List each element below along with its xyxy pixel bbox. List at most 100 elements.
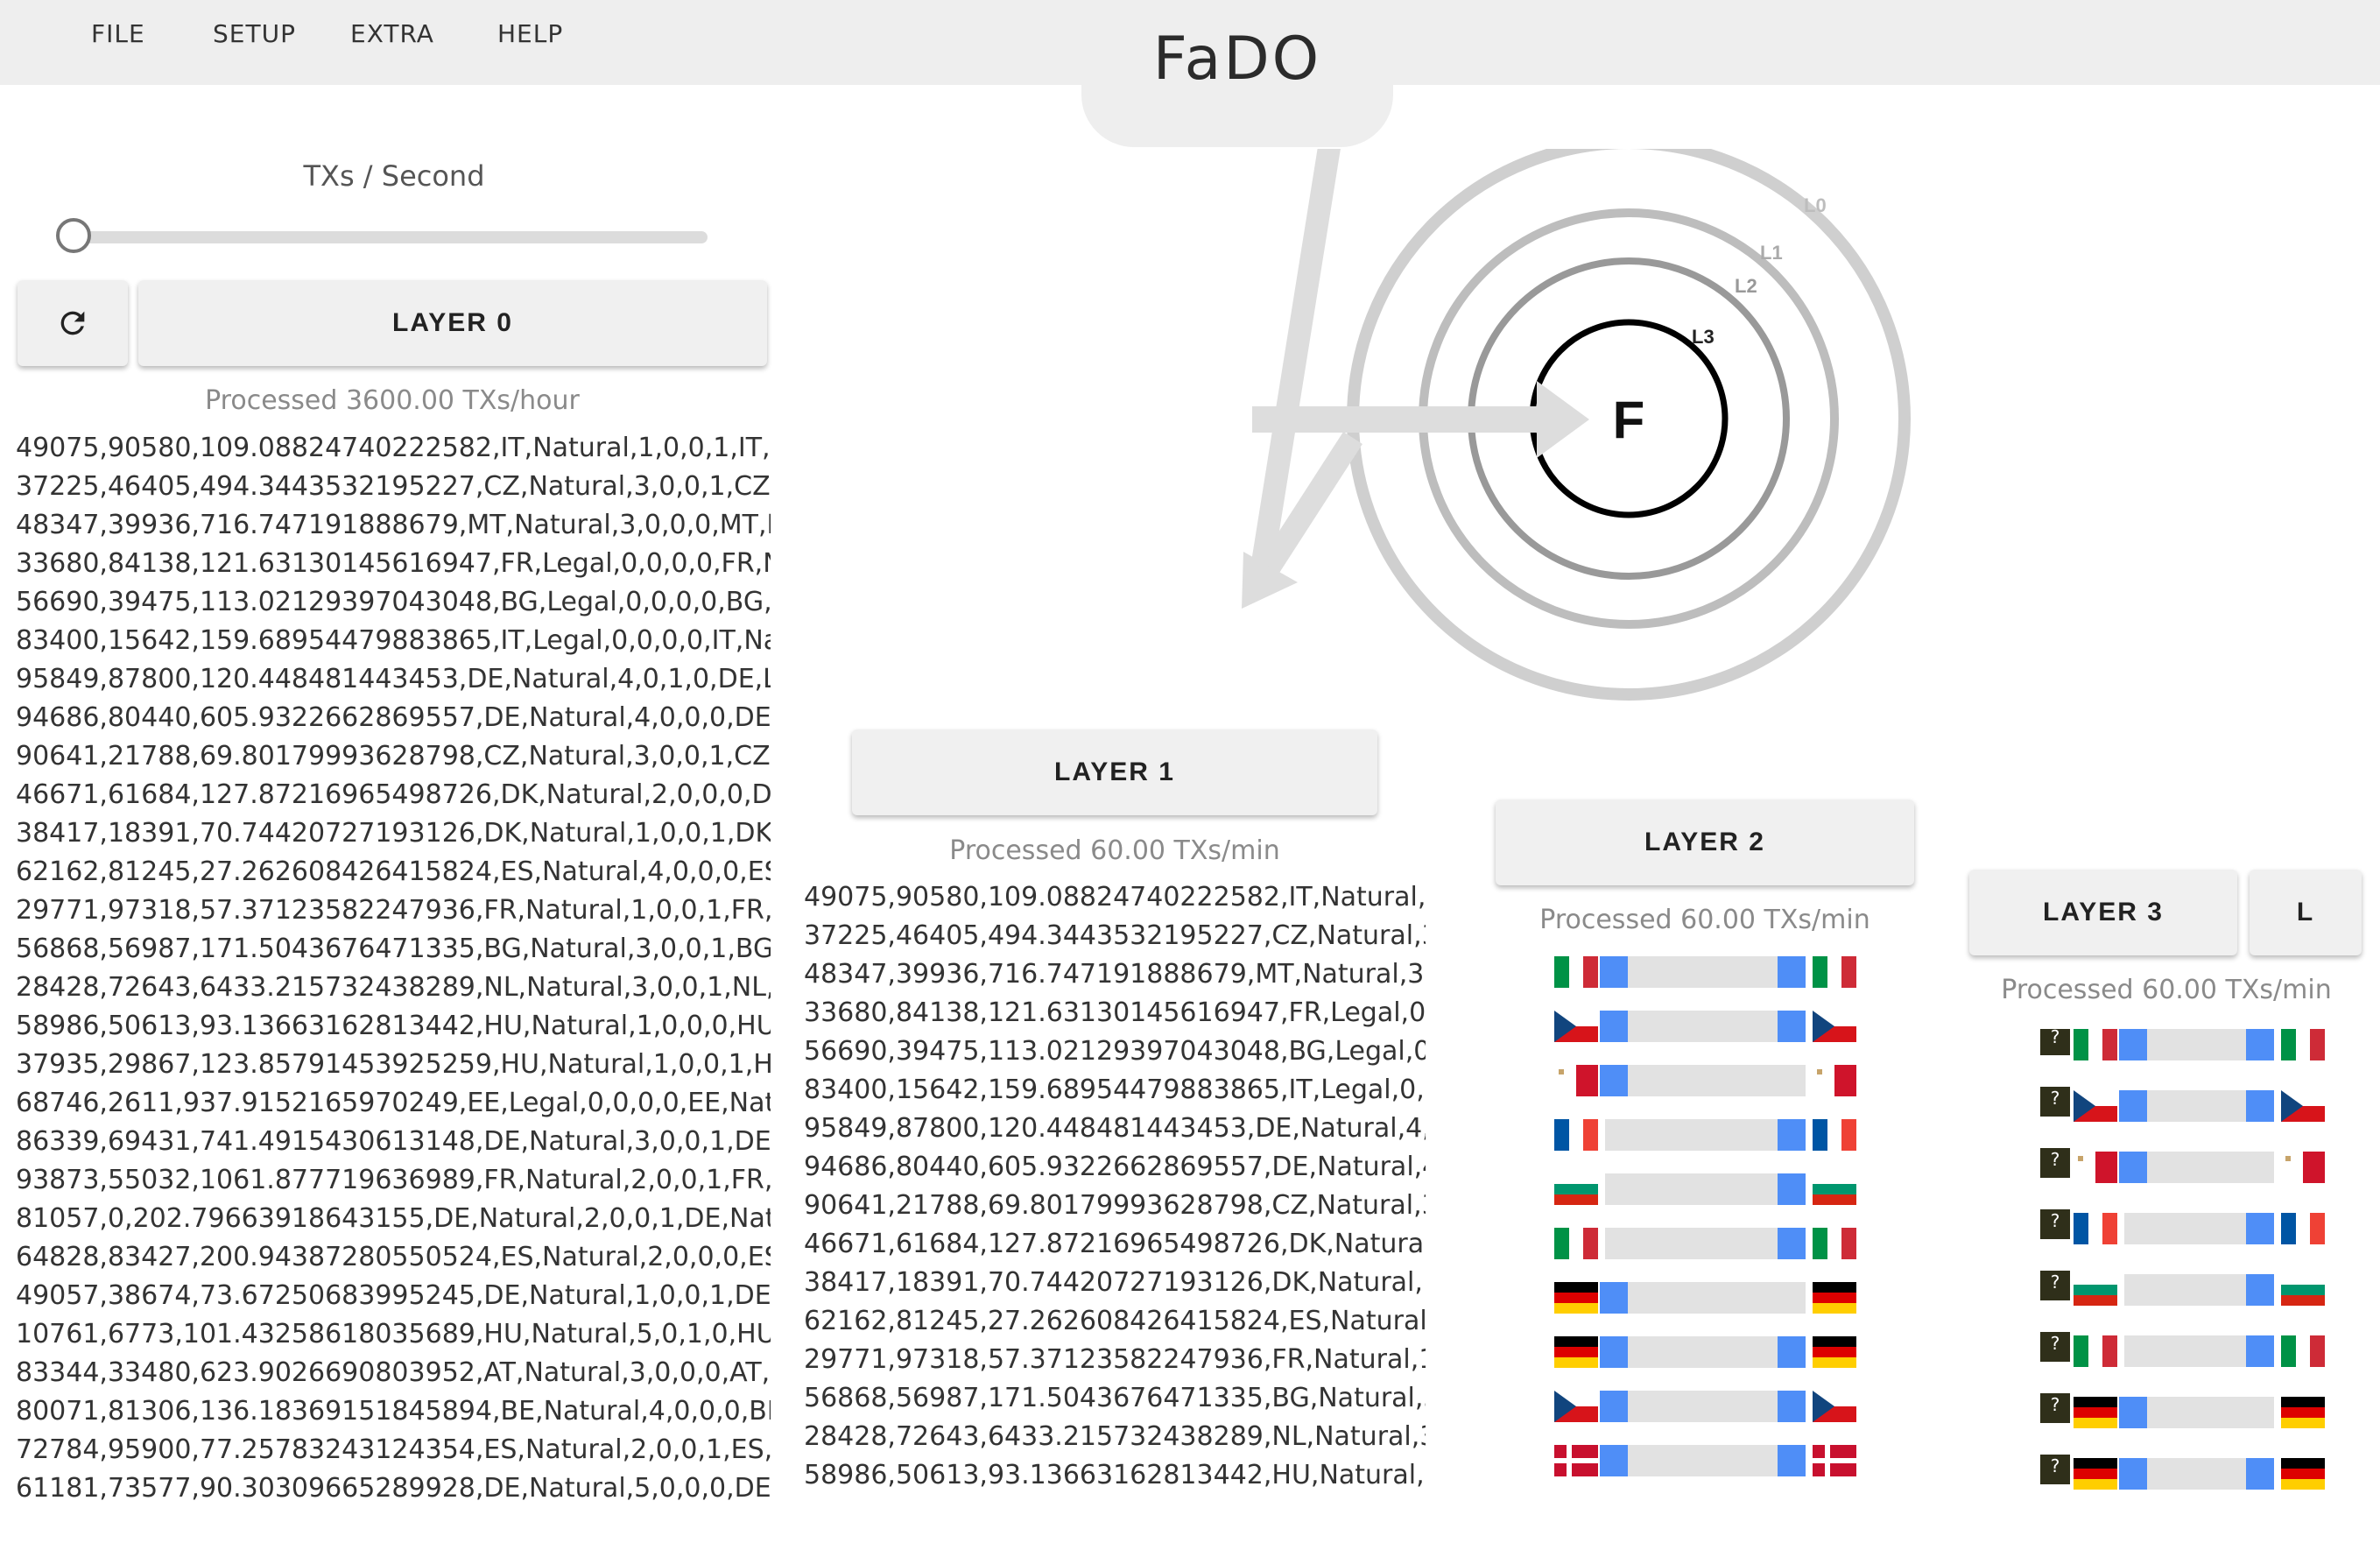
country-flag-icon	[2074, 1458, 2117, 1490]
refresh-button[interactable]	[18, 280, 128, 366]
menu-file[interactable]: FILE	[91, 19, 145, 48]
layer2-button[interactable]: LAYER 2	[1496, 800, 1914, 885]
left-progress-bar	[1600, 1011, 1628, 1042]
flag-row	[1554, 1173, 1856, 1208]
layer3-button[interactable]: LAYER 3	[1969, 870, 2237, 955]
log-line: 95849,87800,120.448481443453,DE,Natural,…	[16, 664, 771, 694]
layer1-button[interactable]: LAYER 1	[852, 729, 1377, 815]
left-progress-bar	[1600, 1336, 1628, 1368]
question-icon: ?	[2040, 1087, 2070, 1117]
app-title: FaDO	[1152, 25, 1322, 94]
country-flag-icon	[1813, 1391, 1856, 1422]
country-flag-icon	[1813, 1173, 1856, 1205]
log-line: 10761,6773,101.43258618035689,HU,Natural…	[16, 1319, 771, 1349]
log-line: 37935,29867,123.85791453925259,HU,Natura…	[16, 1049, 771, 1080]
layer4-button[interactable]: L	[2250, 870, 2362, 955]
log-line: 94686,80440,605.9322662869557,DE,Natural…	[804, 1152, 1426, 1182]
country-flag-icon	[2074, 1029, 2118, 1060]
country-flag-icon	[1813, 1336, 1856, 1368]
log-line: 83400,15642,159.68954479883865,IT,Legal,…	[16, 625, 771, 656]
log-line: 86339,69431,741.4915430613148,DE,Natural…	[16, 1126, 771, 1157]
right-progress-bar	[1778, 1391, 1806, 1422]
log-line: 37225,46405,494.3443532195227,CZ,Natural…	[804, 920, 1426, 951]
left-progress-bar	[2119, 1152, 2147, 1183]
transfer-track	[1605, 1173, 1806, 1205]
left-progress-bar	[2119, 1029, 2147, 1060]
log-line: 72784,95900,77.25783243124354,ES,Natural…	[16, 1434, 771, 1465]
layer0-processed-text: Processed 3600.00 TXs/hour	[205, 385, 580, 416]
transfer-track	[1605, 1011, 1806, 1042]
refresh-icon	[60, 311, 85, 335]
left-progress-bar	[1600, 1065, 1628, 1096]
country-flag-icon	[2074, 1274, 2117, 1306]
right-progress-bar	[1778, 1119, 1806, 1151]
log-line: 46671,61684,127.87216965498726,DK,Natura…	[804, 1229, 1426, 1259]
flag-row	[1554, 1336, 1856, 1371]
layer0-transaction-log: 49075,90580,109.08824740222582,IT,Natura…	[16, 429, 771, 1515]
left-progress-bar	[1600, 1445, 1628, 1476]
log-line: 62162,81245,27.262608426415824,ES,Natura…	[16, 856, 771, 887]
txs-per-second-slider-track[interactable]	[79, 231, 708, 243]
log-line: 28428,72643,6433.215732438289,NL,Natural…	[804, 1421, 1426, 1452]
log-line: 37225,46405,494.3443532195227,CZ,Natural…	[16, 471, 771, 502]
country-flag-icon	[1813, 1445, 1856, 1476]
right-progress-bar	[1778, 1445, 1806, 1476]
transfer-track	[1605, 1282, 1806, 1314]
log-line: 58986,50613,93.13663162813442,HU,Natural…	[16, 1011, 771, 1041]
log-line: 49075,90580,109.08824740222582,IT,Natura…	[804, 882, 1426, 912]
country-flag-icon	[2281, 1458, 2325, 1490]
log-line: 38417,18391,70.74420727193126,DK,Natural…	[804, 1267, 1426, 1298]
right-progress-bar	[2246, 1090, 2274, 1122]
right-progress-bar	[1778, 1228, 1806, 1259]
log-line: 33680,84138,121.63130145616947,FR,Legal,…	[804, 997, 1426, 1028]
layer1-transaction-log: 49075,90580,109.08824740222582,IT,Natura…	[804, 878, 1426, 1511]
country-flag-icon	[1554, 1336, 1598, 1368]
flag-row	[1554, 1445, 1856, 1480]
transfer-track	[1605, 1391, 1806, 1422]
country-flag-icon	[2074, 1397, 2117, 1428]
country-flag-icon	[2281, 1397, 2325, 1428]
log-line: 95849,87800,120.448481443453,DE,Natural,…	[804, 1113, 1426, 1144]
country-flag-icon	[2281, 1213, 2326, 1244]
log-line: 90641,21788,69.80179993628798,CZ,Natural…	[16, 741, 771, 772]
menu-extra[interactable]: EXTRA	[350, 19, 434, 48]
flag-row	[1554, 1011, 1856, 1046]
log-line: 81057,0,202.79663918643155,DE,Natural,2,…	[16, 1203, 771, 1234]
log-line: 48347,39936,716.747191888679,MT,Natural,…	[804, 959, 1426, 990]
ring-label-l0: L0	[1804, 194, 1827, 216]
log-line: 64828,83427,200.94387280550524,ES,Natura…	[16, 1242, 771, 1272]
country-flag-icon	[1554, 956, 1599, 988]
transfer-track	[1605, 956, 1806, 988]
log-line: 94686,80440,605.9322662869557,DE,Natural…	[16, 702, 771, 733]
question-icon: ?	[2040, 1271, 2070, 1300]
log-line: 90641,21788,69.80179993628798,CZ,Natural…	[804, 1190, 1426, 1221]
log-line: 83400,15642,159.68954479883865,IT,Legal,…	[804, 1074, 1426, 1105]
fado-layer-diagram: F L0 L1 L2 L3	[1242, 149, 1911, 701]
log-line: 62162,81245,27.262608426415824,ES,Natura…	[804, 1306, 1426, 1336]
layer3-processed-text: Processed 60.00 TXs/min	[2001, 975, 2332, 1005]
flag-row: ?	[2040, 1087, 2325, 1125]
country-flag-icon	[2281, 1090, 2325, 1122]
transfer-track	[1605, 1228, 1806, 1259]
menu-help[interactable]: HELP	[497, 19, 563, 48]
country-flag-icon	[1554, 1445, 1598, 1476]
flag-row: ?	[2040, 1029, 2326, 1064]
layer3-flag-rows: ????????	[2040, 1029, 2329, 1519]
flag-row: ?	[2040, 1209, 2326, 1248]
country-flag-icon	[2281, 1335, 2326, 1367]
incoming-arrow-head	[1537, 381, 1589, 458]
flag-row	[1554, 1391, 1856, 1426]
left-progress-bar	[1600, 956, 1628, 988]
country-flag-icon	[1554, 1065, 1598, 1096]
layer0-button[interactable]: LAYER 0	[138, 280, 767, 366]
menu-setup[interactable]: SETUP	[213, 19, 296, 48]
log-line: 83344,33480,623.9026690803952,AT,Natural…	[16, 1357, 771, 1388]
ring-label-l3: L3	[1692, 326, 1715, 348]
txs-per-second-slider-thumb[interactable]	[56, 218, 91, 253]
log-line: 46671,61684,127.87216965498726,DK,Natura…	[16, 779, 771, 810]
left-progress-bar	[2119, 1090, 2147, 1122]
log-line: 56690,39475,113.02129397043048,BG,Legal,…	[804, 1036, 1426, 1067]
log-line: 49075,90580,109.08824740222582,IT,Natura…	[16, 433, 771, 463]
left-progress-bar	[1600, 1391, 1628, 1422]
flag-row	[1554, 956, 1856, 991]
